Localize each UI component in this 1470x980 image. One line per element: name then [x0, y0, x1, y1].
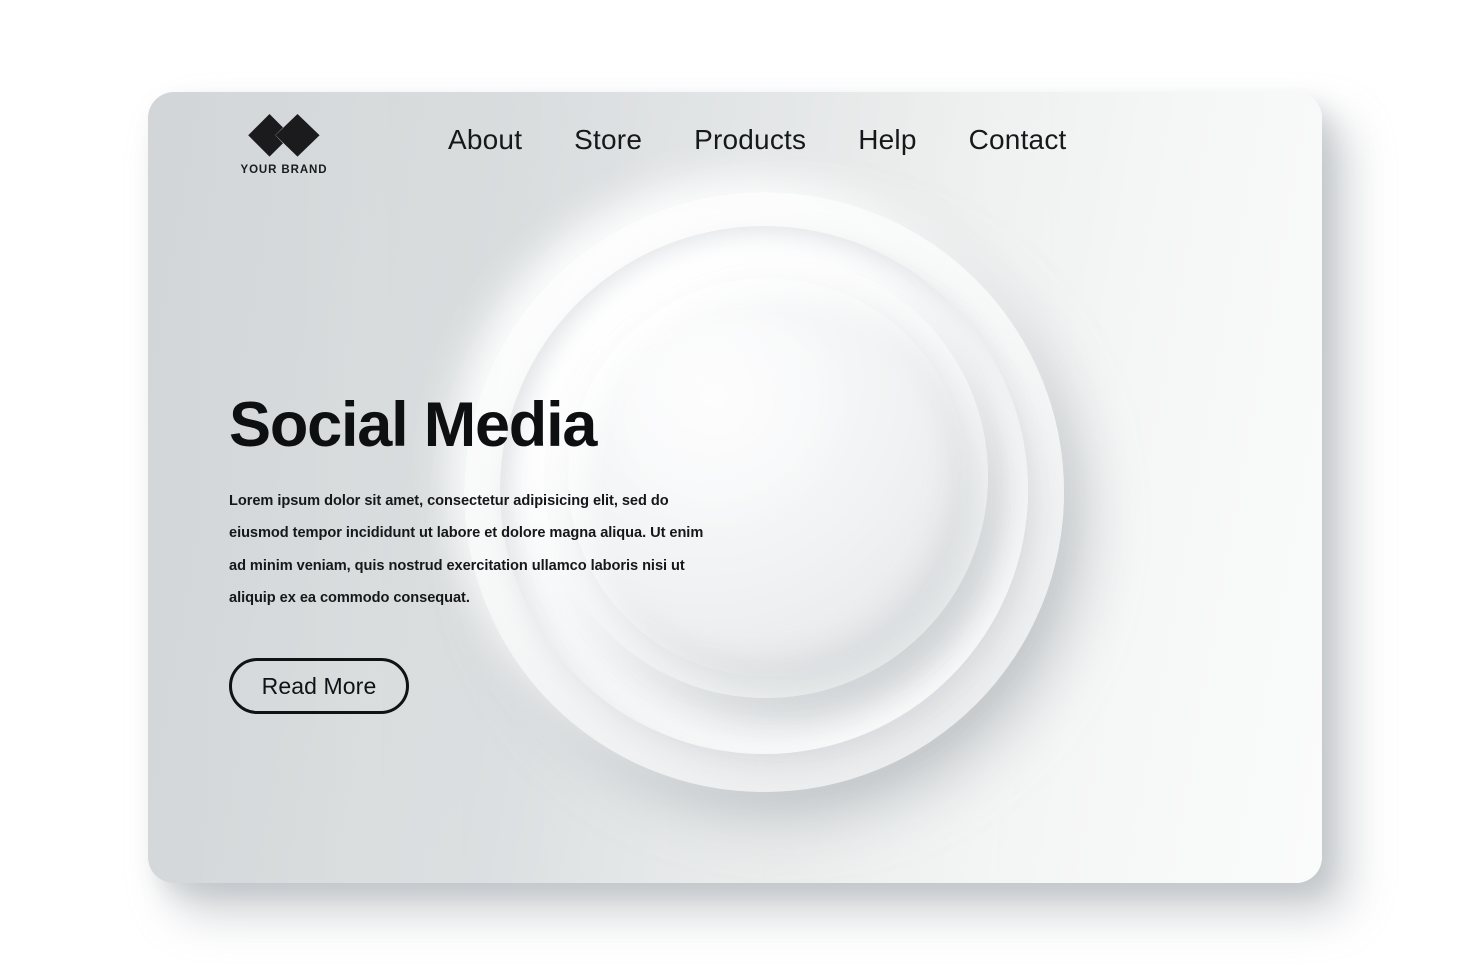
- nav-item-products[interactable]: Products: [694, 124, 806, 156]
- hero-paragraph: Lorem ipsum dolor sit amet, consectetur …: [229, 492, 704, 606]
- hero-card: YOUR BRAND About Store Products Help Con…: [148, 92, 1322, 883]
- nav-item-store[interactable]: Store: [574, 124, 642, 156]
- site-header: YOUR BRAND About Store Products Help Con…: [148, 92, 1322, 212]
- main-navigation: About Store Products Help Contact: [448, 124, 1067, 156]
- page-root: YOUR BRAND About Store Products Help Con…: [0, 0, 1470, 980]
- read-more-button[interactable]: Read More: [229, 658, 409, 715]
- hero-title: Social Media: [229, 390, 597, 460]
- nav-item-about[interactable]: About: [448, 124, 522, 156]
- brand-name-label: YOUR BRAND: [240, 164, 328, 176]
- nav-item-contact[interactable]: Contact: [969, 124, 1067, 156]
- hero-content: Social Media Lorem ipsum dolor sit amet,…: [229, 390, 749, 715]
- nav-item-help[interactable]: Help: [858, 124, 916, 156]
- double-diamond-logo-icon: [248, 114, 320, 157]
- brand-logo[interactable]: YOUR BRAND: [204, 112, 364, 176]
